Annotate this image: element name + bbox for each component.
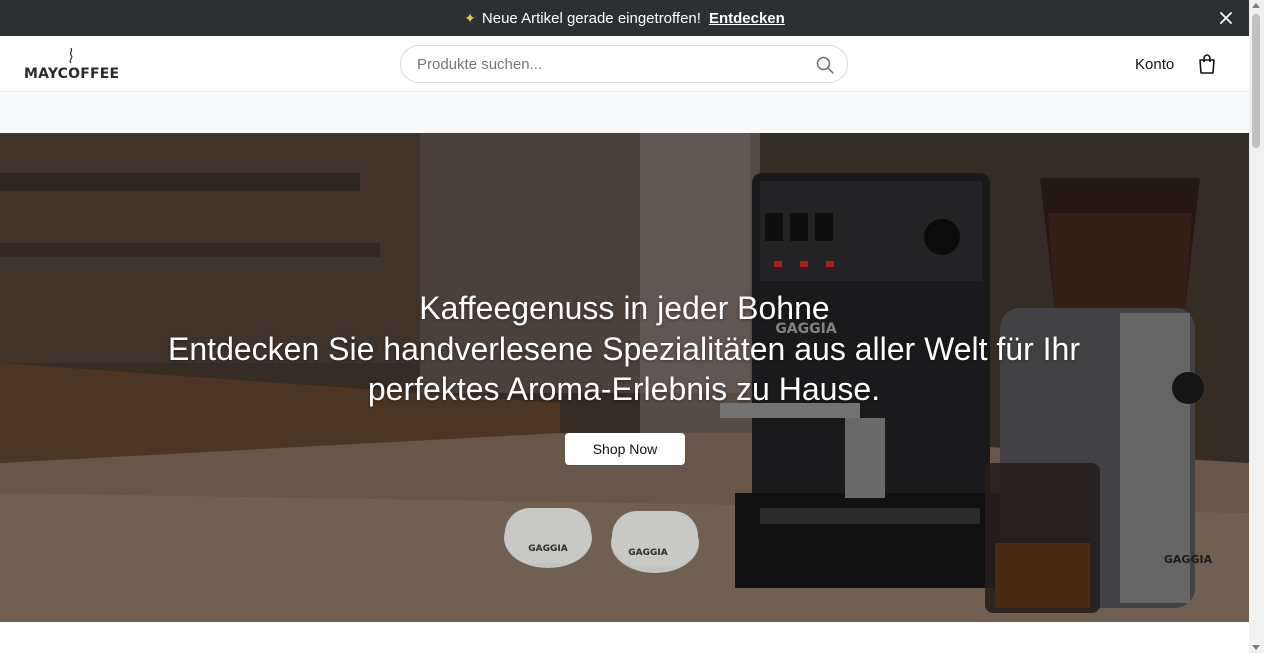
scroll-down-arrow-icon[interactable] — [1252, 645, 1260, 650]
category-nav — [0, 92, 1249, 133]
hero-banner: GAGGIA GAGGIA GAGGIA GAGGIA Kaffeegenuss… — [0, 133, 1249, 622]
shop-now-button[interactable]: Shop Now — [565, 433, 685, 465]
announcement-text: Neue Artikel gerade eingetroffen! — [481, 9, 701, 27]
scroll-up-arrow-icon[interactable] — [1252, 3, 1260, 8]
search-bar — [400, 45, 848, 83]
hero-title: Kaffeegenuss in jeder Bohne — [419, 290, 830, 326]
account-link[interactable]: Konto — [1135, 56, 1174, 73]
page: ✦ Neue Artikel gerade eingetroffen! Entd… — [0, 0, 1249, 653]
search-input[interactable] — [417, 54, 807, 74]
search-icon[interactable] — [815, 55, 835, 75]
logo[interactable]: MAYCOFFEE — [24, 48, 120, 82]
shopping-bag-icon[interactable] — [1198, 54, 1216, 74]
logo-text: MAYCOFFEE — [24, 66, 120, 82]
steam-icon — [69, 48, 73, 64]
hero-subtitle: Entdecken Sie handverlesene Spezialitäte… — [168, 331, 1080, 407]
sparkle-icon: ✦ — [464, 9, 476, 26]
scrollbar-thumb[interactable] — [1252, 14, 1260, 148]
close-icon[interactable] — [1217, 9, 1235, 27]
announcement-cta-link[interactable]: Entdecken — [709, 10, 785, 27]
site-header: MAYCOFFEE Konto — [0, 36, 1249, 92]
announcement-bar: ✦ Neue Artikel gerade eingetroffen! Entd… — [0, 0, 1249, 36]
page-scrollbar[interactable] — [1249, 0, 1264, 653]
